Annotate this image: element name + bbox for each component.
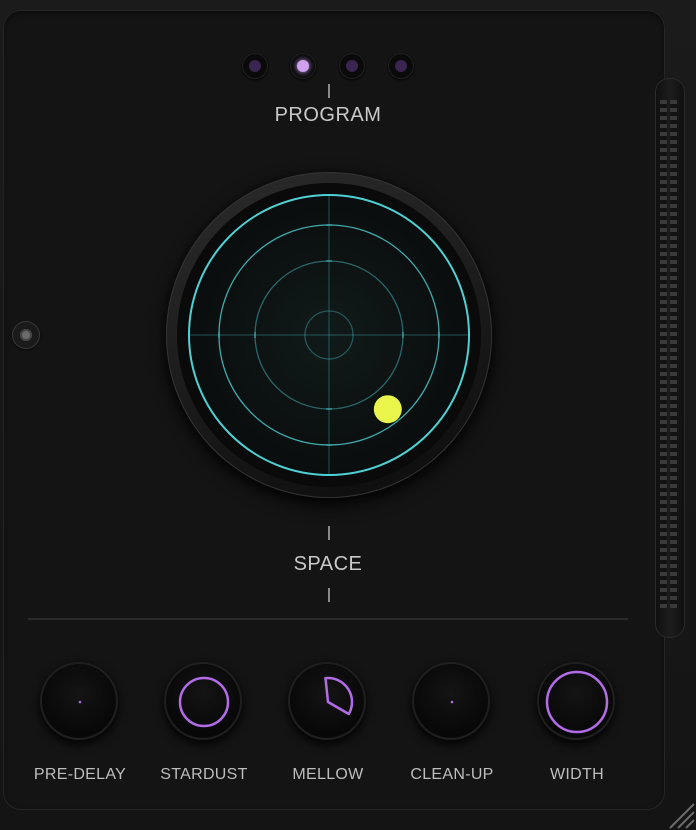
stardust-knob[interactable] (162, 660, 246, 744)
space-tick-top (328, 526, 330, 540)
meter-right-channel (670, 100, 677, 608)
program-led (249, 60, 261, 72)
space-label: SPACE (293, 553, 363, 575)
level-meter-icon (659, 100, 679, 608)
mellow-value-indicator (324, 676, 354, 716)
resize-grip-icon[interactable] (664, 790, 696, 830)
meter-left-channel (660, 100, 667, 608)
program-label: PROGRAM (274, 104, 382, 126)
program-slot-4[interactable] (388, 53, 414, 79)
pre-delay-knob[interactable] (38, 660, 122, 744)
width-label: WIDTH (550, 766, 604, 783)
program-slot-2[interactable] (290, 53, 316, 79)
mellow-knob[interactable] (286, 660, 370, 744)
clean-up-value-indicator (450, 700, 454, 704)
stardust-value-indicator (178, 676, 230, 728)
pre-delay-label: PRE-DELAY (33, 766, 127, 783)
stardust-label: STARDUST (160, 766, 248, 783)
width-value-indicator (545, 670, 609, 734)
section-divider (28, 618, 628, 620)
program-slot-1[interactable] (242, 53, 268, 79)
space-puck[interactable] (373, 395, 402, 424)
clean-up-label: CLEAN-UP (410, 766, 494, 783)
side-toggle-button[interactable] (13, 322, 39, 348)
width-knob[interactable] (535, 660, 619, 744)
program-slot-3[interactable] (339, 53, 365, 79)
space-pad[interactable] (174, 180, 484, 490)
program-led (297, 60, 309, 72)
pre-delay-value-indicator (78, 700, 82, 704)
program-tick (328, 84, 330, 98)
radio-dot-icon (20, 329, 32, 341)
program-led (346, 60, 358, 72)
program-led (395, 60, 407, 72)
clean-up-knob[interactable] (410, 660, 494, 744)
plugin-window: PROGRAM SPACE PRE-DELAY STARDUST MELLOW CLE… (0, 0, 696, 830)
mellow-label: MELLOW (292, 766, 364, 783)
space-tick-bottom (328, 588, 330, 602)
